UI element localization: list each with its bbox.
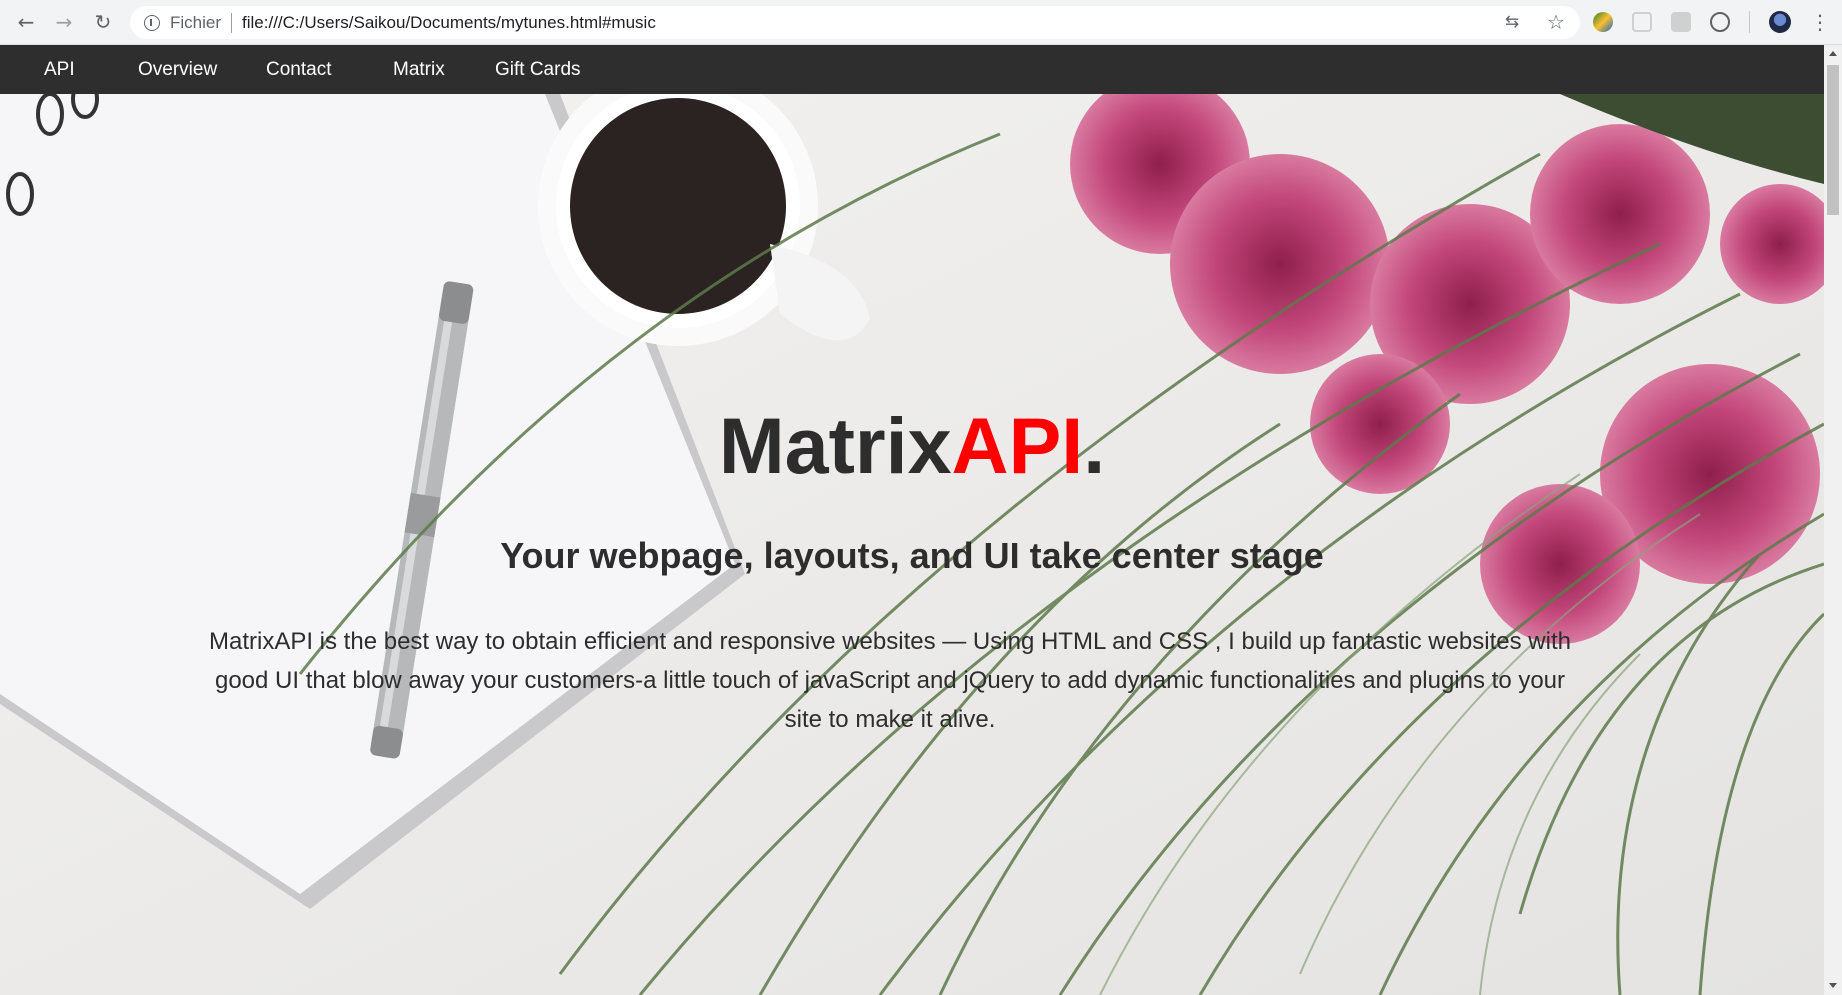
title-accent: API xyxy=(951,401,1084,490)
divider xyxy=(1749,11,1750,33)
url-text[interactable]: file:///C:/Users/Saikou/Documents/mytune… xyxy=(242,13,656,33)
menu-kebab-icon[interactable]: ⋮ xyxy=(1810,10,1830,34)
hero-subtitle: Your webpage, layouts, and UI take cente… xyxy=(500,535,1324,576)
site-navbar: API Overview Contact Matrix Gift Cards xyxy=(0,45,1824,94)
extension-icon[interactable] xyxy=(1593,12,1613,32)
back-icon[interactable]: ← xyxy=(13,9,39,35)
address-bar[interactable]: Fichier file:///C:/Users/Saikou/Document… xyxy=(130,6,1580,39)
bookmark-star-icon[interactable]: ☆ xyxy=(1546,10,1566,34)
reload-icon[interactable]: ↻ xyxy=(90,9,116,35)
pdf-extension-icon[interactable] xyxy=(1671,12,1691,32)
scroll-down-icon[interactable] xyxy=(1829,983,1837,988)
extension-icon[interactable] xyxy=(1632,12,1652,32)
web-page: API Overview Contact Matrix Gift Cards M… xyxy=(0,45,1824,995)
extensions-bar: ⋮ xyxy=(1593,10,1830,34)
profile-avatar-icon[interactable] xyxy=(1769,11,1791,33)
forward-icon[interactable]: → xyxy=(51,9,77,35)
nav-item-overview[interactable]: Overview xyxy=(138,45,217,94)
nav-item-contact[interactable]: Contact xyxy=(266,45,331,94)
translate-icon[interactable]: ⇆ xyxy=(1502,12,1522,32)
nav-item-api[interactable]: API xyxy=(44,45,75,94)
nav-item-gift-cards[interactable]: Gift Cards xyxy=(495,45,581,94)
hero-title: MatrixAPI. xyxy=(0,400,1824,492)
title-main: Matrix xyxy=(718,401,952,490)
nav-item-matrix[interactable]: Matrix xyxy=(393,45,445,94)
sync-extension-icon[interactable] xyxy=(1710,12,1730,32)
scroll-up-icon[interactable] xyxy=(1829,51,1837,56)
title-dot: . xyxy=(1083,401,1106,490)
browser-toolbar: ← → ↻ Fichier file:///C:/Users/Saikou/Do… xyxy=(0,0,1842,45)
page-scrollbar[interactable] xyxy=(1824,45,1842,995)
scrollbar-thumb[interactable] xyxy=(1827,65,1839,215)
hero-description: MatrixAPI is the best way to obtain effi… xyxy=(209,628,1571,733)
scheme-label: Fichier xyxy=(170,12,222,32)
hero-section: MatrixAPI. Your webpage, layouts, and UI… xyxy=(0,94,1824,995)
divider xyxy=(231,12,233,33)
info-icon[interactable] xyxy=(144,14,160,31)
